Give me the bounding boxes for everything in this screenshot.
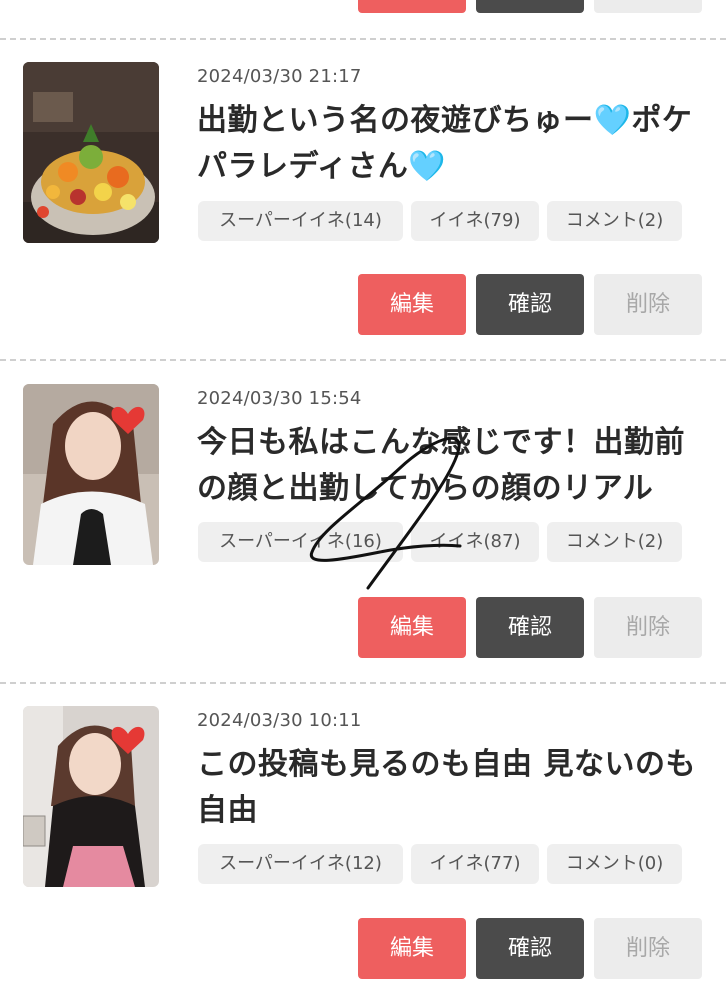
delete-button[interactable]: 削除 [594,0,702,13]
like-tag[interactable]: イイネ(87) [411,522,539,562]
post-thumbnail[interactable] [23,384,159,565]
edit-button[interactable]: 編集 [358,597,466,658]
post-list: 編集 確認 削除 2024/03/30 21:17 出勤という名の夜遊びちゅー🩵… [0,0,726,1000]
delete-button[interactable]: 削除 [594,597,702,658]
super-like-tag[interactable]: スーパーイイネ(14) [198,201,403,241]
delete-button[interactable]: 削除 [594,274,702,335]
edit-button[interactable]: 編集 [358,0,466,13]
comment-tag[interactable]: コメント(2) [547,522,682,562]
post-timestamp: 2024/03/30 10:11 [197,710,362,731]
delete-button[interactable]: 削除 [594,918,702,979]
post-title[interactable]: 出勤という名の夜遊びちゅー🩵ポケパラレディさん🩵 [197,98,712,190]
confirm-button[interactable]: 確認 [476,0,584,13]
post-timestamp: 2024/03/30 15:54 [197,388,362,409]
confirm-button[interactable]: 確認 [476,918,584,979]
comment-tag[interactable]: コメント(0) [547,844,682,884]
divider [0,682,726,684]
post-title[interactable]: この投稿も見るのも自由 見ないのも自由 [197,742,712,834]
confirm-button[interactable]: 確認 [476,597,584,658]
divider [0,359,726,361]
post-title[interactable]: 今日も私はこんな感じです！出勤前の顔と出勤してからの顔のリアル [197,420,712,512]
super-like-tag[interactable]: スーパーイイネ(12) [198,844,403,884]
like-tag[interactable]: イイネ(77) [411,844,539,884]
post-thumbnail[interactable] [23,62,159,243]
confirm-button[interactable]: 確認 [476,274,584,335]
post-thumbnail[interactable] [23,706,159,887]
edit-button[interactable]: 編集 [358,274,466,335]
like-tag[interactable]: イイネ(79) [411,201,539,241]
divider [0,38,726,40]
comment-tag[interactable]: コメント(2) [547,201,682,241]
post-timestamp: 2024/03/30 21:17 [197,66,362,87]
super-like-tag[interactable]: スーパーイイネ(16) [198,522,403,562]
edit-button[interactable]: 編集 [358,918,466,979]
